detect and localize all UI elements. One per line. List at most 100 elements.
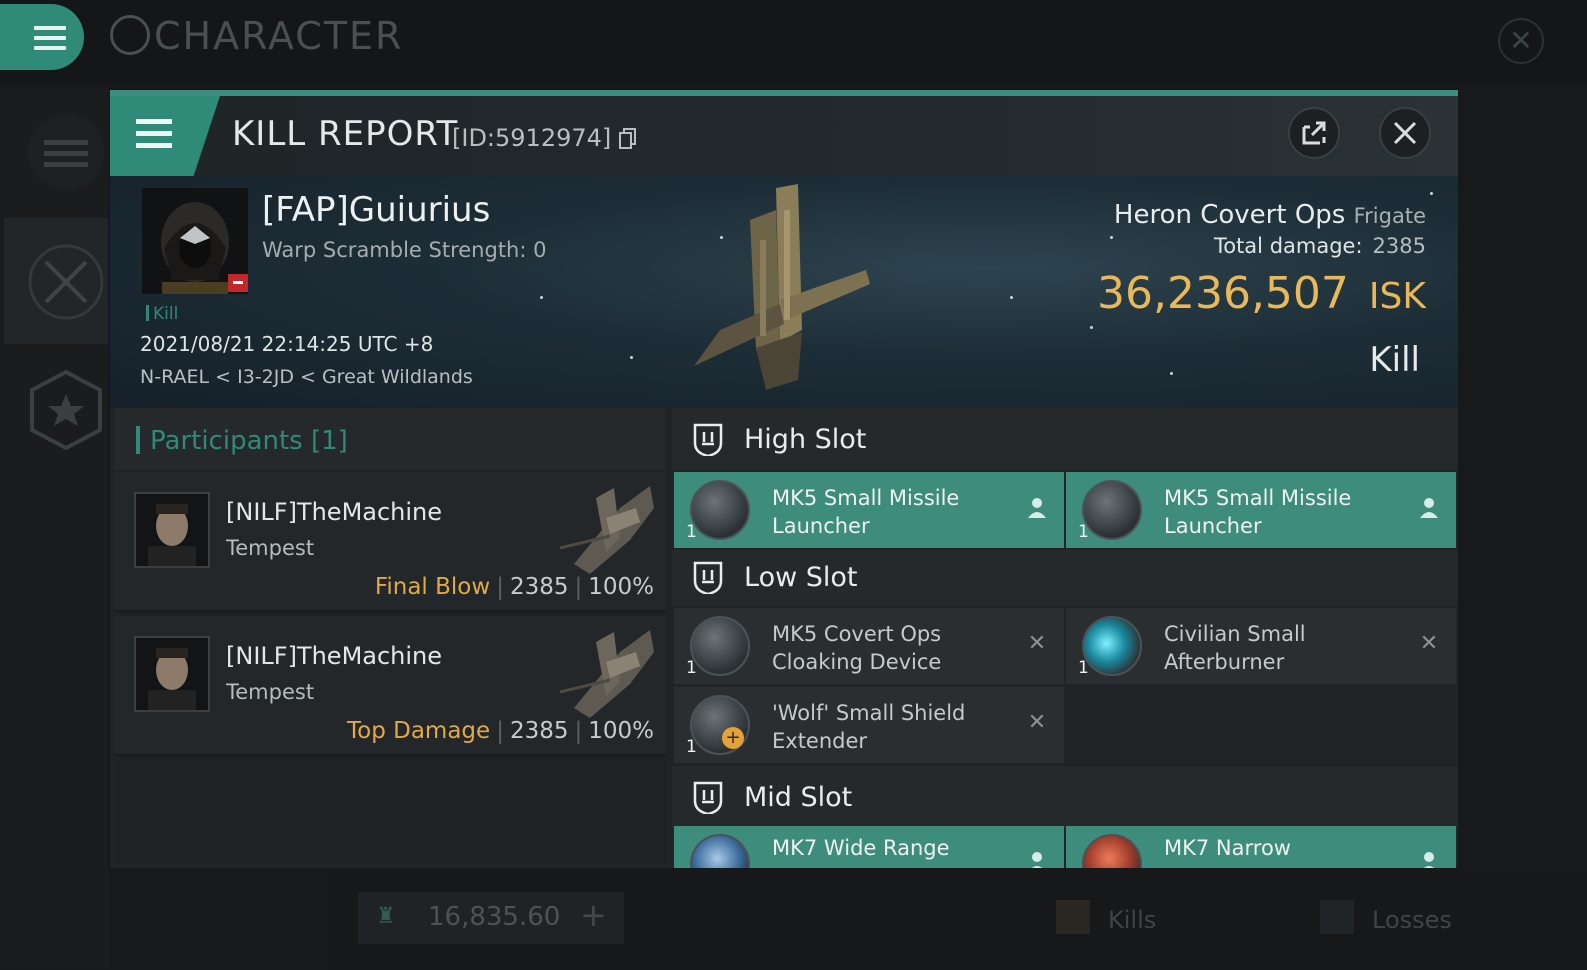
participant-row[interactable]: [NILF]TheMachine Tempest Top Damage | 2385…: [114, 616, 666, 756]
participant-row[interactable]: [NILF]TheMachine Tempest Final Blow | 2385…: [114, 472, 666, 612]
module-name: 'Wolf' Small Shield Extender: [772, 701, 966, 753]
module-slot[interactable]: 1 MK5 Covert Ops Cloaking Device ✕: [674, 608, 1064, 684]
participant-percent: 100%: [588, 574, 654, 600]
report-id: [ID:5912974]: [452, 124, 637, 152]
isk-balance-chip: ♜ 16,835.60 +: [358, 892, 624, 944]
share-button[interactable]: [1288, 107, 1340, 159]
status-badge: [228, 274, 248, 292]
pilot-icon: [1418, 850, 1440, 868]
ship-name: Heron Covert Ops: [1113, 200, 1346, 230]
ecm-icon: [1082, 834, 1142, 868]
top-damage-label: Top Damage: [347, 718, 491, 744]
isk-icon: ♜: [376, 904, 396, 929]
list-icon: [44, 140, 88, 167]
copy-icon[interactable]: [618, 127, 637, 149]
menu-icon: [34, 26, 66, 50]
participant-portrait: [134, 492, 210, 568]
isk-balance: 16,835.60: [428, 902, 561, 932]
rail-combat-tab[interactable]: [4, 218, 110, 344]
mid-slot-header: Mid Slot: [672, 766, 1458, 828]
module-quantity: 1: [686, 658, 697, 678]
kills-checkbox[interactable]: [1056, 900, 1090, 934]
destroyed-x-icon: ✕: [1027, 710, 1047, 735]
module-quantity: 1: [1078, 658, 1089, 678]
kill-report-title: KILL REPORT: [232, 114, 459, 154]
participant-name: [NILF]TheMachine: [226, 642, 443, 670]
kill-tag-text: Kill: [153, 304, 179, 324]
rail-favorites-button[interactable]: [28, 368, 104, 452]
participant-ship-render: [559, 630, 654, 718]
isk-value: 36,236,507 ISK: [1097, 268, 1426, 319]
tab-kills[interactable]: Kills: [1108, 906, 1156, 934]
mid-slot-title: Mid Slot: [744, 782, 853, 813]
final-blow-label: Final Blow: [374, 574, 491, 600]
crossed-swords-icon: [28, 244, 104, 320]
module-quantity: 1: [686, 737, 697, 757]
ship-render: [694, 184, 870, 390]
cloaking-device-icon: [690, 616, 750, 676]
victim-ship: Heron Covert Ops Frigate: [1114, 200, 1426, 230]
external-link-icon: [1302, 121, 1326, 145]
total-damage: Total damage: 2385: [1214, 234, 1426, 258]
module-quantity: 1: [1078, 522, 1089, 542]
rail-list-button[interactable]: [28, 114, 104, 190]
victim-banner: [FAP]Guiurius Warp Scramble Strength: 0 …: [110, 176, 1458, 408]
losses-checkbox[interactable]: [1320, 900, 1354, 934]
module-slot[interactable]: MK7 Wide Range: [674, 826, 1064, 868]
module-slot[interactable]: MK7 Narrow: [1066, 826, 1456, 868]
module-name: MK5 Covert Ops Cloaking Device: [772, 622, 942, 674]
participant-name: [NILF]TheMachine: [226, 498, 443, 526]
total-damage-value: 2385: [1372, 234, 1426, 258]
participants-title: Participants [1]: [150, 426, 348, 456]
close-button[interactable]: [1379, 107, 1431, 159]
character-icon: [110, 15, 150, 55]
slot-shield-icon: [693, 561, 723, 594]
star-icon: [30, 369, 102, 451]
participant-ship-render: [559, 486, 654, 574]
shield-extender-icon: +: [690, 695, 750, 755]
isk-unit: ISK: [1368, 276, 1426, 317]
destroyed-x-icon: ✕: [1027, 631, 1047, 656]
low-slot-header: Low Slot: [672, 550, 1458, 606]
report-id-text: [ID:5912974]: [452, 124, 612, 152]
page-title-text: CHARACTER: [154, 14, 404, 58]
module-slot[interactable]: 1 Civilian Small Afterburner ✕: [1066, 608, 1456, 684]
participant-ship: Tempest: [226, 680, 315, 704]
close-icon: [1393, 121, 1417, 145]
add-isk-button[interactable]: +: [580, 896, 607, 934]
page-title: CHARACTER: [110, 14, 403, 58]
module-quantity: 1: [686, 522, 697, 542]
ecm-icon: [690, 834, 750, 868]
module-name: MK7 Narrow: [1164, 836, 1291, 860]
pilot-icon: [1026, 850, 1048, 868]
menu-icon: [136, 119, 172, 149]
main-menu-button[interactable]: [0, 4, 84, 70]
module-slot[interactable]: 1 MK5 Small Missile Launcher: [674, 472, 1064, 548]
victim-name[interactable]: [FAP]Guiurius: [262, 190, 490, 230]
module-slot[interactable]: + 1 'Wolf' Small Shield Extender ✕: [674, 687, 1064, 763]
afterburner-icon: [1082, 616, 1142, 676]
slot-shield-icon: [693, 423, 723, 456]
kill-datetime: 2021/08/21 22:14:25 UTC +8: [140, 332, 434, 356]
participant-stats: Top Damage | 2385 | 100%: [347, 718, 654, 744]
warp-scramble-strength: Warp Scramble Strength: 0: [262, 238, 547, 262]
ship-class: Frigate: [1353, 204, 1426, 228]
kill-location[interactable]: N-RAEL < I3-2JD < Great Wildlands: [140, 366, 473, 388]
participant-damage: 2385: [509, 718, 569, 744]
module-slot[interactable]: 1 MK5 Small Missile Launcher: [1066, 472, 1456, 548]
pilot-icon: [1026, 496, 1048, 520]
isk-value-amount: 36,236,507: [1096, 268, 1349, 319]
module-name: MK7 Wide Range: [772, 836, 950, 860]
slot-shield-icon: [693, 781, 723, 814]
high-slot-title: High Slot: [744, 424, 867, 455]
low-slot-title: Low Slot: [744, 562, 858, 593]
module-name: MK5 Small Missile Launcher: [772, 486, 960, 538]
total-damage-label: Total damage:: [1213, 234, 1363, 258]
kill-report-panel: KILL REPORT [ID:5912974] [FAP]Guiurius W…: [110, 90, 1458, 868]
close-icon[interactable]: ✕: [1498, 18, 1544, 64]
participants-header: Participants [1]: [114, 408, 666, 470]
kill-result: Kill: [1369, 340, 1420, 380]
high-slot-header: High Slot: [672, 408, 1458, 470]
tab-losses[interactable]: Losses: [1372, 906, 1452, 934]
destroyed-x-icon: ✕: [1419, 631, 1439, 656]
